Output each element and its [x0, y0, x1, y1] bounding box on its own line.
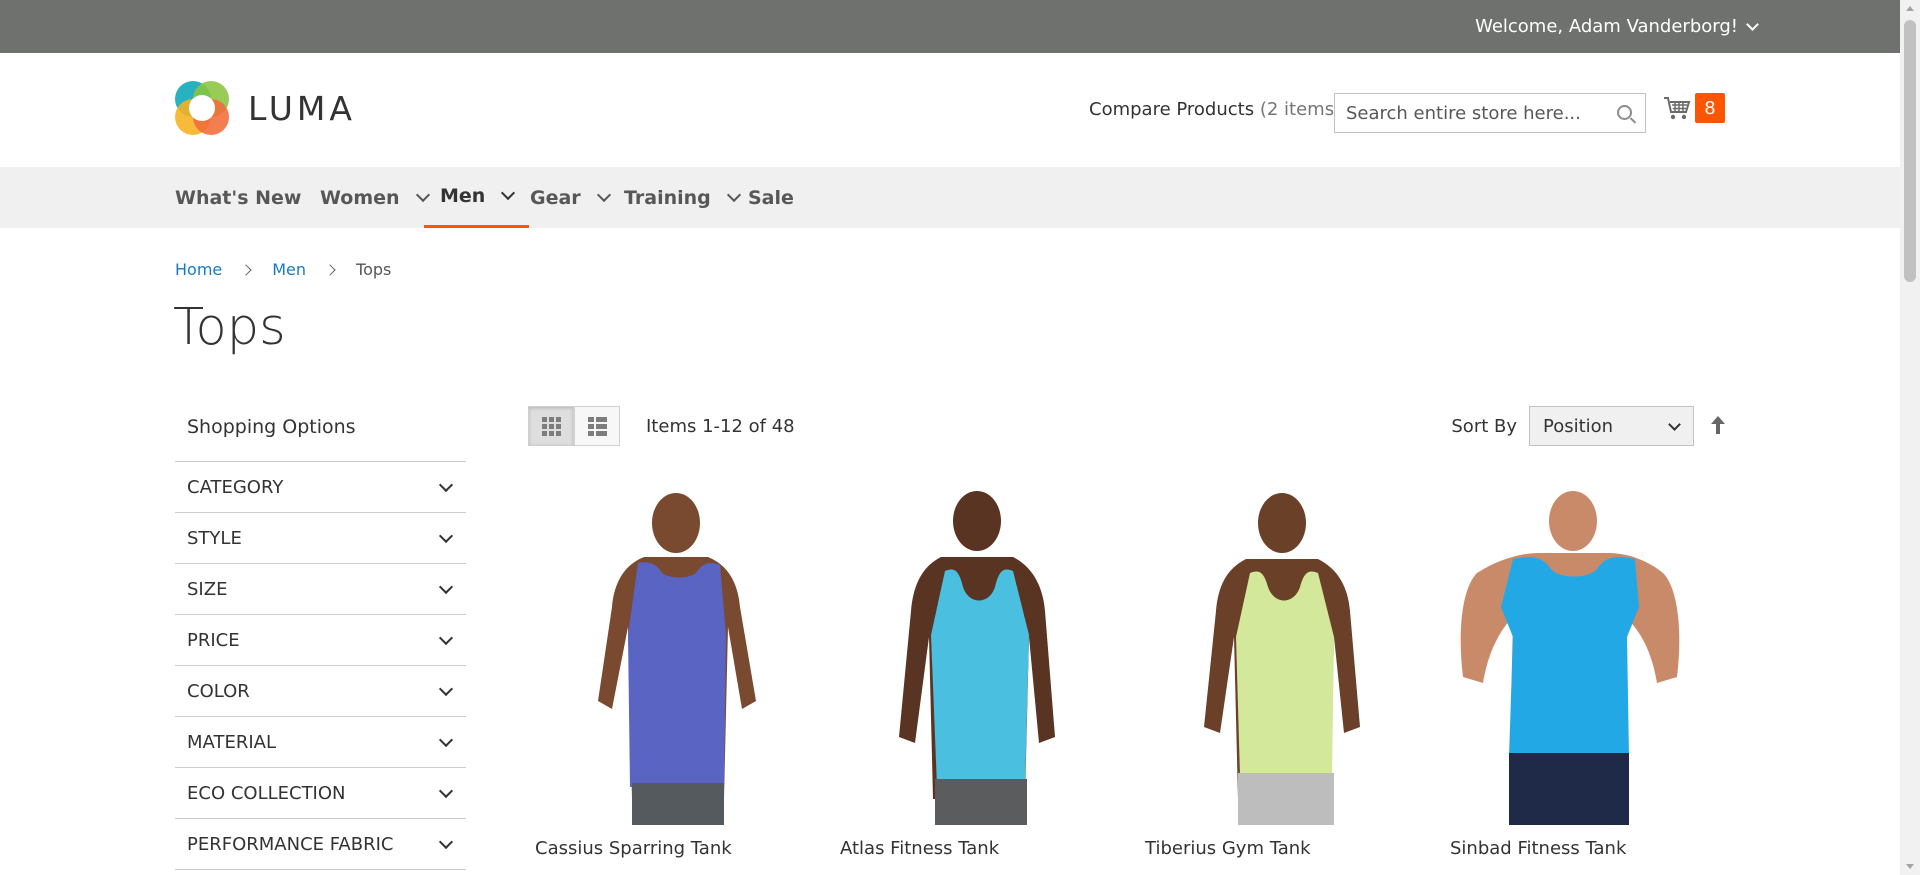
chevron-down-icon — [438, 732, 454, 747]
chevron-right-icon — [324, 263, 336, 276]
product-item[interactable]: Atlas Fitness Tank — [833, 487, 1103, 859]
sort-by-label: Sort By — [1451, 416, 1517, 437]
compare-label: Compare Products — [1089, 99, 1255, 120]
nav-item-label: Training — [624, 186, 711, 209]
logo-text: LUMA — [248, 89, 356, 128]
product-image[interactable] — [1443, 487, 1683, 825]
nav-item-sale[interactable]: Sale — [748, 167, 794, 228]
product-image[interactable] — [833, 487, 1073, 825]
product-name[interactable]: Atlas Fitness Tank — [840, 838, 999, 859]
filter-label: MATERIAL — [187, 731, 276, 753]
nav-item-label: Sale — [748, 186, 794, 209]
main-navigation: What's New Women Men Gear Training Sale — [0, 167, 1900, 228]
product-item[interactable]: Sinbad Fitness Tank — [1443, 487, 1713, 859]
filter-material[interactable]: MATERIAL — [175, 717, 466, 768]
breadcrumb: Home Men Tops — [175, 260, 391, 279]
page-title: Tops — [173, 298, 286, 357]
cart-count-badge: 8 — [1695, 93, 1725, 123]
product-image[interactable] — [1138, 487, 1378, 825]
search-input[interactable] — [1335, 94, 1645, 132]
sidebar-filters: Shopping Options CATEGORY STYLE SIZE PRI… — [175, 406, 466, 870]
nav-item-label: Gear — [530, 186, 581, 209]
filter-label: STYLE — [187, 527, 242, 549]
chevron-down-icon — [438, 630, 454, 645]
chevron-down-icon — [438, 681, 454, 696]
product-image[interactable] — [528, 487, 768, 825]
products-toolbar: Items 1-12 of 48 Sort By Position — [528, 406, 1727, 446]
breadcrumb-home[interactable]: Home — [175, 260, 222, 279]
chevron-down-icon — [596, 187, 611, 202]
filter-performance-fabric[interactable]: PERFORMANCE FABRIC — [175, 819, 466, 870]
welcome-menu[interactable]: Welcome, Adam Vanderborg! — [1475, 0, 1759, 53]
chevron-down-icon — [1668, 418, 1681, 431]
scroll-up-arrow-icon[interactable] — [1906, 6, 1914, 11]
shirt — [1236, 571, 1334, 777]
page-scrollbar[interactable] — [1900, 0, 1920, 875]
filter-price[interactable]: PRICE — [175, 615, 466, 666]
shopping-options-title: Shopping Options — [175, 406, 466, 462]
welcome-text: Welcome, Adam Vanderborg! — [1475, 16, 1738, 37]
sort-direction-arrow-icon[interactable] — [1709, 414, 1727, 436]
filter-size[interactable]: SIZE — [175, 564, 466, 615]
filter-color[interactable]: COLOR — [175, 666, 466, 717]
breadcrumb-men[interactable]: Men — [272, 260, 306, 279]
filter-label: PERFORMANCE FABRIC — [187, 833, 394, 855]
chevron-down-icon — [1746, 17, 1759, 31]
compare-count: (2 items) — [1259, 99, 1342, 120]
filter-label: SIZE — [187, 578, 228, 600]
filter-label: ECO COLLECTION — [187, 782, 346, 804]
nav-item-label: Men — [440, 185, 486, 207]
chevron-down-icon — [438, 477, 454, 492]
breadcrumb-current: Tops — [356, 260, 392, 279]
chevron-down-icon — [501, 185, 516, 201]
filter-style[interactable]: STYLE — [175, 513, 466, 564]
shirt — [628, 562, 726, 787]
view-mode-switcher — [528, 406, 620, 446]
sort-by-value: Position — [1543, 415, 1614, 437]
minicart-button[interactable]: 8 — [1663, 93, 1725, 123]
product-name[interactable]: Cassius Sparring Tank — [535, 838, 732, 859]
cart-icon — [1664, 97, 1691, 120]
nav-item-label: Women — [320, 186, 400, 209]
scrollbar-thumb[interactable] — [1904, 20, 1916, 282]
filter-label: CATEGORY — [187, 476, 284, 498]
list-view-button[interactable] — [574, 406, 620, 446]
grid-view-button[interactable] — [528, 406, 574, 446]
chevron-down-icon — [438, 528, 454, 543]
product-item[interactable]: Cassius Sparring Tank — [528, 487, 798, 859]
chevron-down-icon — [726, 187, 741, 202]
nav-item-whats-new[interactable]: What's New — [175, 167, 301, 228]
product-name[interactable]: Tiberius Gym Tank — [1145, 838, 1311, 859]
product-name[interactable]: Sinbad Fitness Tank — [1450, 838, 1626, 859]
list-icon — [587, 416, 607, 436]
sort-by-select[interactable]: Position — [1529, 406, 1694, 446]
nav-item-men[interactable]: Men — [424, 167, 530, 228]
grid-icon — [541, 416, 561, 436]
chevron-down-icon — [438, 783, 454, 798]
filter-category[interactable]: CATEGORY — [175, 462, 466, 513]
filter-eco-collection[interactable]: ECO COLLECTION — [175, 768, 466, 819]
shirt — [1501, 557, 1639, 757]
chevron-down-icon — [438, 834, 454, 849]
filter-label: PRICE — [187, 629, 240, 651]
nav-item-gear[interactable]: Gear — [530, 167, 611, 228]
search-box — [1334, 93, 1646, 133]
top-bar: Welcome, Adam Vanderborg! — [0, 0, 1900, 53]
luma-logo-icon — [175, 81, 230, 136]
store-logo[interactable]: LUMA — [175, 81, 356, 136]
shirt — [931, 569, 1029, 787]
nav-item-label: What's New — [175, 186, 302, 209]
header: LUMA Compare Products (2 items) 8 — [0, 53, 1900, 167]
filter-label: COLOR — [187, 680, 250, 702]
nav-item-women[interactable]: Women — [320, 167, 430, 228]
search-icon[interactable] — [1617, 105, 1632, 120]
chevron-right-icon — [240, 263, 252, 276]
chevron-down-icon — [438, 579, 454, 594]
scroll-down-arrow-icon[interactable] — [1906, 864, 1914, 869]
product-item[interactable]: Tiberius Gym Tank — [1138, 487, 1408, 859]
nav-item-training[interactable]: Training — [624, 167, 741, 228]
compare-products-link[interactable]: Compare Products (2 items) — [1089, 99, 1341, 120]
toolbar-amount: Items 1-12 of 48 — [646, 416, 795, 437]
